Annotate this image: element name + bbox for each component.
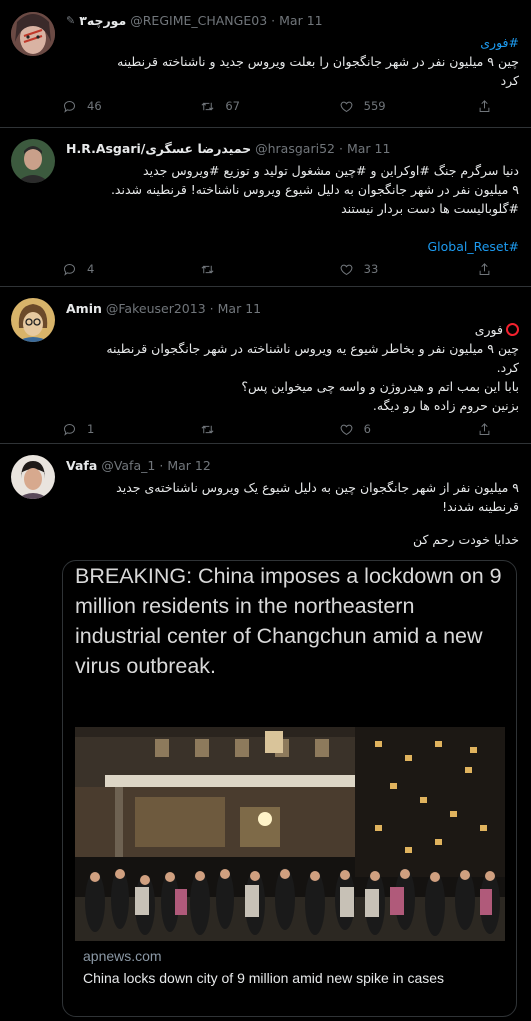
display-name[interactable]: Amin — [66, 301, 102, 316]
hashtag[interactable]: #فوری — [480, 35, 519, 50]
reply-button[interactable]: 4 — [62, 262, 172, 277]
user-handle[interactable]: @Vafa_1 — [101, 458, 155, 473]
like-count: 559 — [363, 99, 386, 113]
tweet-text-line: فوری — [474, 322, 503, 337]
tweet-2[interactable]: H.R.Asgari/حمیدرضا عسگری @hrasgari52 · M… — [0, 128, 531, 287]
tweet-text-line: چین ۹ میلیون نفر در شهر جانگجوان را بعلت… — [117, 54, 519, 69]
avatar[interactable] — [11, 455, 55, 499]
tweet-text-line: ۹ میلیون نفر در شهر جانگجوان به دلیل شیو… — [110, 182, 519, 197]
tweet-text-line: چین ۹ میلیون نفر و بخاطر شیوع یه ویروس ن… — [106, 341, 519, 356]
share-icon — [477, 262, 492, 277]
like-count: 33 — [363, 262, 379, 276]
separator-dot: · — [338, 140, 343, 156]
retweet-button[interactable]: 67 — [200, 99, 310, 114]
tweet-text-line: #گلوبالیست ها دست بردار نیستند — [341, 201, 519, 216]
avatar[interactable] — [11, 12, 55, 56]
retweet-button[interactable] — [200, 262, 310, 277]
share-button[interactable] — [477, 99, 492, 114]
like-count: 6 — [363, 422, 371, 436]
retweet-icon — [200, 262, 215, 277]
tweet-actions: 4 33 — [62, 260, 492, 278]
like-button[interactable]: 33 — [339, 262, 449, 277]
like-icon — [339, 262, 354, 277]
tweet-text: #فوری چین ۹ میلیون نفر در شهر جانگجوان ر… — [66, 33, 519, 90]
user-handle[interactable]: @Fakeuser2013 — [106, 301, 206, 316]
like-button[interactable]: 559 — [339, 99, 449, 114]
tweet-header: Vafa @Vafa_1 · Mar 12 — [66, 456, 519, 474]
tweet-text-line: ۹ میلیون نفر از شهر جانگجوان چین به دلیل… — [116, 480, 519, 495]
tweet-actions: 1 6 — [62, 420, 492, 438]
avatar-image — [11, 12, 55, 56]
share-icon — [477, 422, 492, 437]
display-name[interactable]: Vafa — [66, 458, 97, 473]
retweet-icon — [200, 99, 215, 114]
tweet-text-line: بزنین حروم زاده ها رو دیگه. — [372, 398, 519, 413]
timestamp[interactable]: Mar 11 — [279, 13, 322, 28]
avatar-image — [11, 298, 55, 342]
share-icon — [477, 99, 492, 114]
tweet-1[interactable]: ✎ مورچه۳ @REGIME_CHANGE03 · Mar 11 #فوری… — [0, 0, 531, 128]
avatar-image — [11, 139, 55, 183]
separator-dot: · — [159, 457, 164, 473]
timestamp[interactable]: Mar 11 — [218, 301, 261, 316]
tweet-text-line: خدایا خودت رحم کن — [412, 532, 519, 547]
display-name[interactable]: H.R.Asgari/حمیدرضا عسگری — [66, 141, 251, 156]
tweet-actions: 46 67 559 — [62, 97, 492, 115]
timestamp[interactable]: Mar 12 — [167, 458, 210, 473]
card-title[interactable]: China locks down city of 9 million amid … — [83, 968, 503, 988]
reply-button[interactable]: 46 — [62, 99, 172, 114]
separator-dot: · — [271, 12, 276, 28]
link-card[interactable]: BREAKING: China imposes a lockdown on 9 … — [62, 560, 517, 1017]
share-button[interactable] — [477, 262, 492, 277]
tweet-text: دنیا سرگرم جنگ #اوکراین و #چین مشغول تول… — [66, 161, 519, 256]
tweet-header: H.R.Asgari/حمیدرضا عسگری @hrasgari52 · M… — [66, 139, 519, 157]
card-headline: BREAKING: China imposes a lockdown on 9 … — [75, 564, 502, 678]
tweet-header: Amin @Fakeuser2013 · Mar 11 — [66, 299, 519, 317]
tweet-text: ۹ میلیون نفر از شهر جانگجوان چین به دلیل… — [66, 478, 519, 549]
tweet-text-line: کرد. — [496, 360, 519, 375]
hashtag[interactable]: #Global_Reset — [427, 239, 519, 254]
tweet-3[interactable]: Amin @Fakeuser2013 · Mar 11 فوری چین ۹ م… — [0, 287, 531, 444]
reply-icon — [62, 422, 77, 437]
like-icon — [339, 99, 354, 114]
avatar[interactable] — [11, 298, 55, 342]
user-handle[interactable]: @REGIME_CHANGE03 — [130, 13, 267, 28]
like-button[interactable]: 6 — [339, 422, 449, 437]
reply-icon — [62, 99, 77, 114]
timestamp[interactable]: Mar 11 — [347, 141, 390, 156]
card-photo — [75, 727, 505, 941]
tweet-header: ✎ مورچه۳ @REGIME_CHANGE03 · Mar 11 — [66, 11, 519, 29]
tweet-text-line: کرد — [500, 73, 519, 88]
like-icon — [339, 422, 354, 437]
retweet-button[interactable] — [200, 422, 310, 437]
reply-count: 4 — [87, 262, 95, 276]
separator-dot: · — [209, 300, 214, 316]
reply-button[interactable]: 1 — [62, 422, 172, 437]
card-domain[interactable]: apnews.com — [83, 948, 162, 964]
verified-pen-icon: ✎ — [66, 13, 76, 27]
share-button[interactable] — [477, 422, 492, 437]
tweet-text-line: دنیا سرگرم جنگ #اوکراین و #چین مشغول تول… — [143, 163, 519, 178]
night-crowd-photo — [75, 727, 505, 941]
user-handle[interactable]: @hrasgari52 — [255, 141, 335, 156]
tweet-text: فوری چین ۹ میلیون نفر و بخاطر شیوع یه وی… — [66, 320, 519, 415]
tweet-text-line: بابا این بمب اتم و هیدروژن و واسه چی میخ… — [241, 379, 519, 394]
display-name[interactable]: مورچه۳ — [79, 13, 126, 28]
retweet-icon — [200, 422, 215, 437]
red-circle-icon — [506, 323, 519, 336]
reply-count: 1 — [87, 422, 95, 436]
avatar[interactable] — [11, 139, 55, 183]
reply-icon — [62, 262, 77, 277]
retweet-count: 67 — [225, 99, 240, 113]
tweet-text-line: قرنطینه شدند! — [442, 499, 519, 514]
avatar-image — [11, 455, 55, 499]
reply-count: 46 — [87, 99, 102, 113]
